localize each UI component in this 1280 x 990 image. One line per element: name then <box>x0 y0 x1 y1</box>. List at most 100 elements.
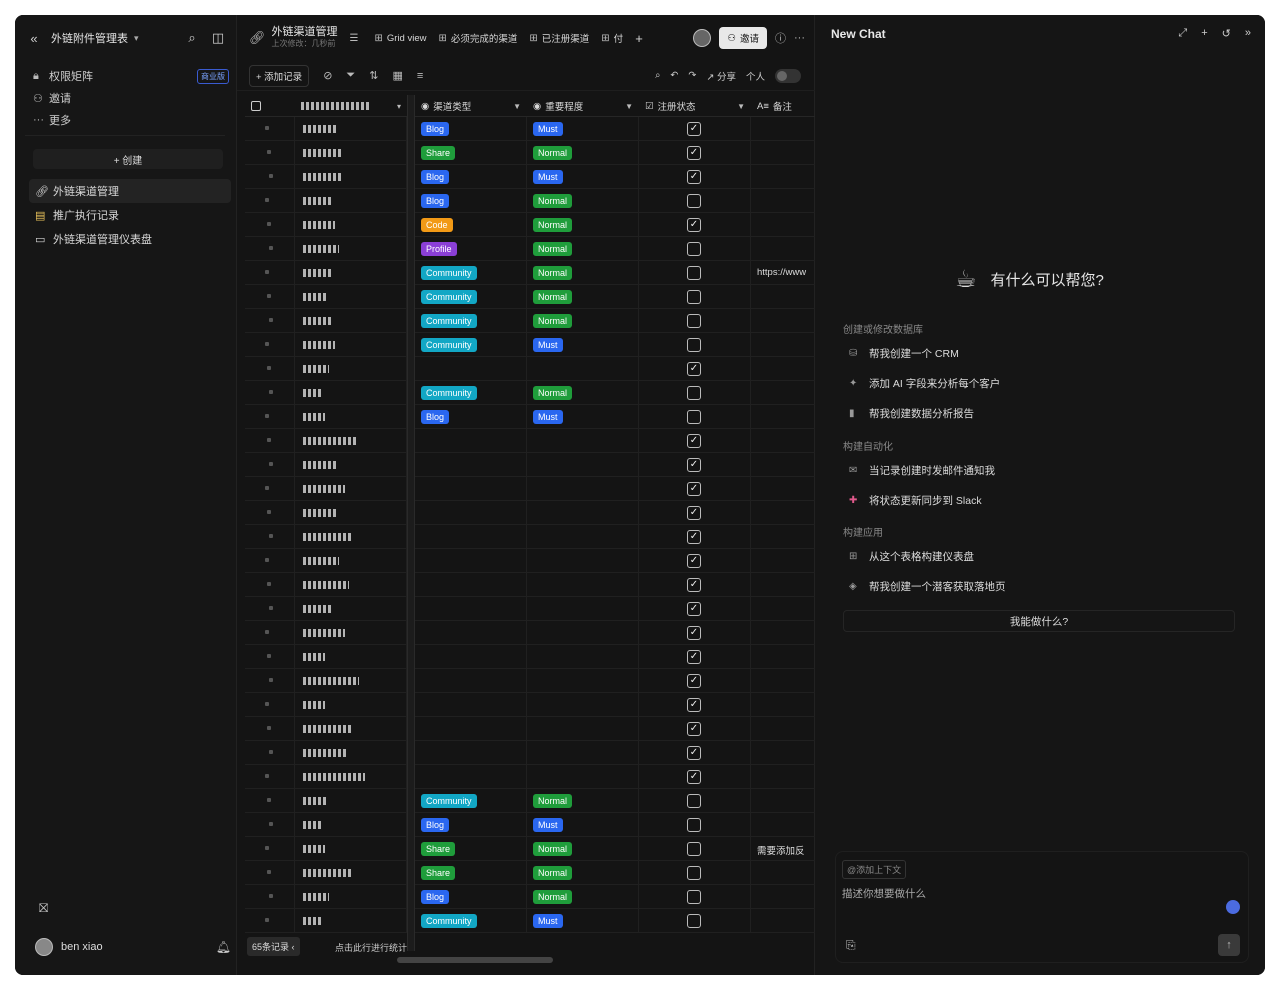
cell-type[interactable] <box>415 669 527 693</box>
cell-level[interactable]: Must <box>527 909 639 933</box>
sidebar-item-promotion-log[interactable]: ▤ 推广执行记录 <box>29 203 231 227</box>
frozen-column-divider[interactable] <box>407 95 415 951</box>
history-icon[interactable]: ↺ <box>1222 27 1231 40</box>
cell-note[interactable] <box>751 237 815 261</box>
status-checkbox[interactable]: ✓ <box>687 146 701 160</box>
cell-name[interactable] <box>295 861 407 885</box>
cell-name[interactable] <box>295 669 407 693</box>
user-profile[interactable]: ben xiao 🔔︎ <box>35 937 231 957</box>
suggestion-landing-page[interactable]: ◈ 帮我创建一个潜客获取落地页 <box>849 579 1006 594</box>
cell-note[interactable] <box>751 501 815 525</box>
table-row[interactable]: Community Normal https://www <box>245 261 815 285</box>
cell-note[interactable] <box>751 789 815 813</box>
hide-fields-icon[interactable]: ⊘ <box>323 69 332 82</box>
view-list-icon[interactable]: ☰ <box>350 33 363 44</box>
row-index[interactable] <box>245 861 295 885</box>
cell-level[interactable] <box>527 573 639 597</box>
cell-level[interactable]: Normal <box>527 285 639 309</box>
status-checkbox[interactable] <box>687 818 701 832</box>
cell-type[interactable] <box>415 429 527 453</box>
base-title[interactable]: 外链附件管理表 <box>51 30 128 46</box>
table-row[interactable]: ✓ <box>245 765 815 789</box>
suggestion-email[interactable]: ✉ 当记录创建时发邮件通知我 <box>849 463 995 478</box>
cell-name[interactable] <box>295 189 407 213</box>
status-checkbox[interactable] <box>687 794 701 808</box>
row-index[interactable] <box>245 357 295 381</box>
cell-level[interactable] <box>527 597 639 621</box>
cell-level[interactable]: Normal <box>527 261 639 285</box>
status-checkbox[interactable]: ✓ <box>687 218 701 232</box>
cell-type[interactable] <box>415 645 527 669</box>
invite-button[interactable]: ⚇ 邀请 <box>719 27 767 49</box>
page-title[interactable]: 外链渠道管理 <box>272 26 338 38</box>
cell-level[interactable]: Normal <box>527 837 639 861</box>
status-checkbox[interactable]: ✓ <box>687 602 701 616</box>
cell-name[interactable] <box>295 597 407 621</box>
cell-level[interactable] <box>527 453 639 477</box>
cell-level[interactable]: Normal <box>527 885 639 909</box>
cell-level[interactable]: Normal <box>527 861 639 885</box>
cell-name[interactable] <box>295 717 407 741</box>
row-index[interactable] <box>245 741 295 765</box>
sidebar-item-invite[interactable]: ⚇ 邀请 <box>33 87 229 109</box>
bell-icon[interactable]: 🔔︎ <box>216 940 231 954</box>
row-index[interactable] <box>245 693 295 717</box>
sidebar-item-dashboard[interactable]: ▭ 外链渠道管理仪表盘 <box>29 227 231 251</box>
cell-name[interactable] <box>295 381 407 405</box>
cell-name[interactable] <box>295 741 407 765</box>
cell-note[interactable] <box>751 477 815 501</box>
cell-level[interactable] <box>527 525 639 549</box>
table-row[interactable]: ✓ <box>245 501 815 525</box>
cell-note[interactable] <box>751 381 815 405</box>
cell-note[interactable] <box>751 621 815 645</box>
row-index[interactable] <box>245 189 295 213</box>
cell-type[interactable]: Community <box>415 309 527 333</box>
cell-name[interactable] <box>295 837 407 861</box>
row-index[interactable] <box>245 789 295 813</box>
table-row[interactable]: Code Normal ✓ <box>245 213 815 237</box>
table-row[interactable]: ✓ <box>245 669 815 693</box>
status-checkbox[interactable] <box>687 242 701 256</box>
table-row[interactable]: ✓ <box>245 621 815 645</box>
row-index[interactable] <box>245 429 295 453</box>
cell-note[interactable] <box>751 861 815 885</box>
row-index[interactable] <box>245 717 295 741</box>
cell-type[interactable]: Community <box>415 381 527 405</box>
cell-level[interactable] <box>527 621 639 645</box>
cell-note[interactable] <box>751 645 815 669</box>
cell-type[interactable]: Blog <box>415 813 527 837</box>
table-row[interactable]: Profile Normal <box>245 237 815 261</box>
row-index[interactable] <box>245 165 295 189</box>
collapse-sidebar-icon[interactable]: « <box>25 29 43 47</box>
cell-level[interactable]: Normal <box>527 309 639 333</box>
table-row[interactable]: ✓ <box>245 525 815 549</box>
cell-name[interactable] <box>295 525 407 549</box>
table-row[interactable]: ✓ <box>245 549 815 573</box>
row-index[interactable] <box>245 141 295 165</box>
cell-note[interactable] <box>751 717 815 741</box>
what-can-you-do-button[interactable]: 我能做什么? <box>843 610 1235 632</box>
table-row[interactable]: Blog Must <box>245 405 815 429</box>
table-row[interactable]: Community Normal <box>245 309 815 333</box>
cell-level[interactable]: Normal <box>527 237 639 261</box>
status-checkbox[interactable] <box>687 338 701 352</box>
cell-note[interactable] <box>751 429 815 453</box>
table-row[interactable]: Community Normal <box>245 381 815 405</box>
cell-name[interactable] <box>295 357 407 381</box>
cell-type[interactable] <box>415 357 527 381</box>
table-row[interactable]: Community Normal <box>245 789 815 813</box>
column-header-name[interactable]: ▾ <box>295 95 407 117</box>
cell-name[interactable] <box>295 477 407 501</box>
cell-level[interactable]: Normal <box>527 213 639 237</box>
cell-type[interactable]: Community <box>415 789 527 813</box>
table-row[interactable]: ✓ <box>245 573 815 597</box>
cell-note[interactable] <box>751 669 815 693</box>
horizontal-scrollbar[interactable] <box>397 957 553 963</box>
cell-note[interactable] <box>751 285 815 309</box>
row-index[interactable] <box>245 573 295 597</box>
status-checkbox[interactable]: ✓ <box>687 698 701 712</box>
table-row[interactable]: ✓ <box>245 477 815 501</box>
cell-level[interactable] <box>527 741 639 765</box>
suggestion-ai-field[interactable]: ✦ 添加 AI 字段来分析每个客户 <box>849 376 1000 391</box>
cell-type[interactable]: Community <box>415 333 527 357</box>
